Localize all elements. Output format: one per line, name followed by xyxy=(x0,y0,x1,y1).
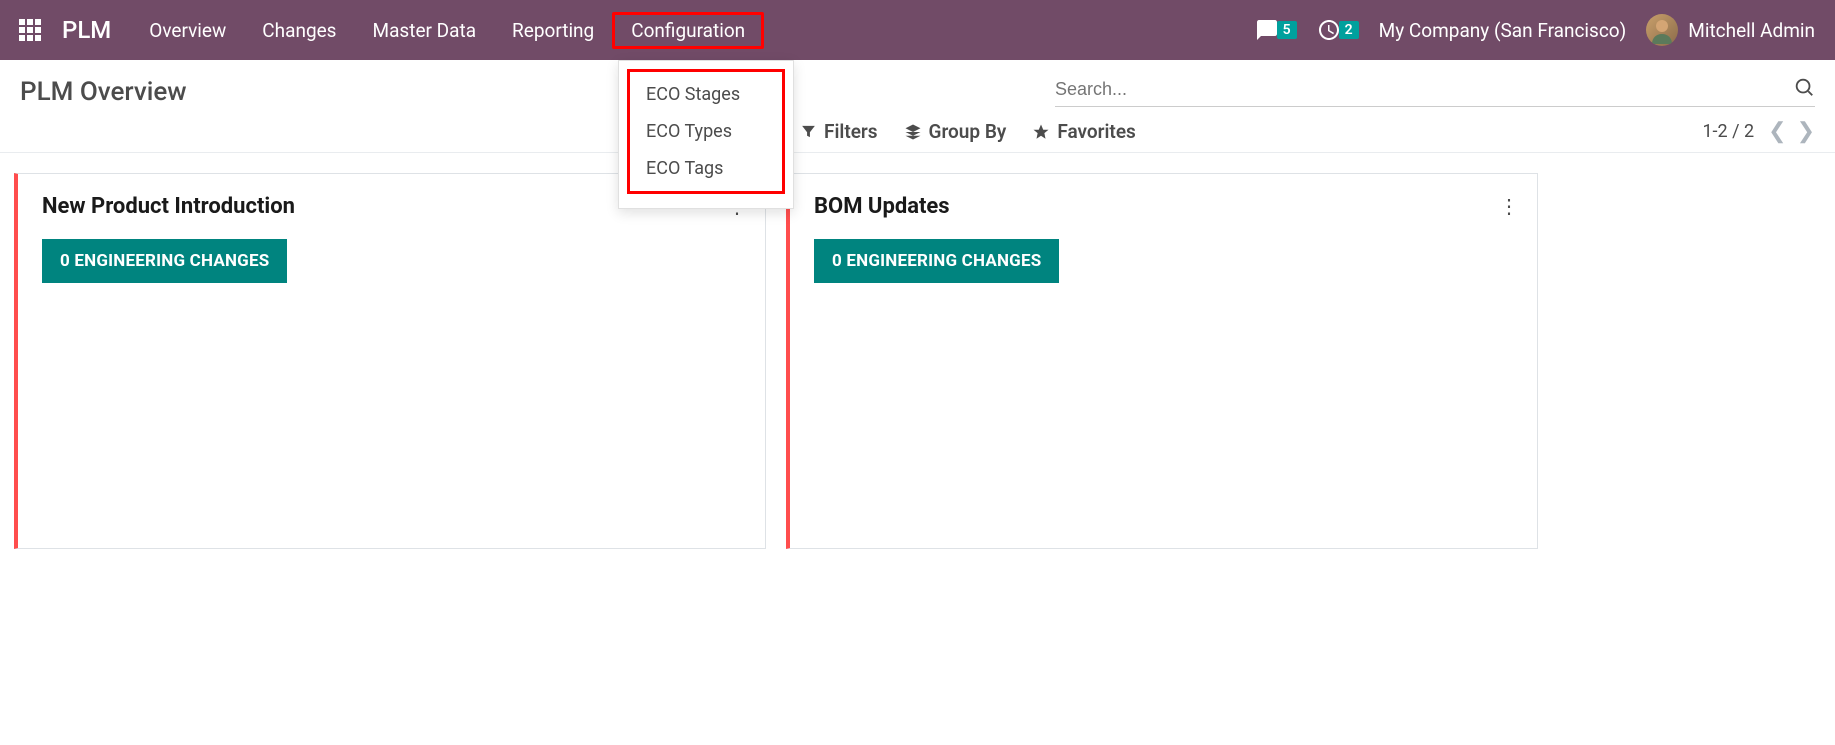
nav-changes[interactable]: Changes xyxy=(244,0,354,60)
kanban-view: New Product Introduction ⋮ 0 ENGINEERING… xyxy=(0,153,1835,569)
kanban-card[interactable]: BOM Updates ⋮ 0 ENGINEERING CHANGES xyxy=(786,173,1538,549)
layers-icon xyxy=(904,123,922,141)
nav-master-data[interactable]: Master Data xyxy=(355,0,495,60)
configuration-dropdown: ECO Stages ECO Types ECO Tags xyxy=(618,60,794,209)
pager-prev[interactable]: ❮ xyxy=(1768,119,1786,144)
filters-button[interactable]: Filters xyxy=(800,120,878,143)
dropdown-eco-stages[interactable]: ECO Stages xyxy=(630,76,782,113)
engineering-changes-button[interactable]: 0 ENGINEERING CHANGES xyxy=(42,239,287,283)
search-wrap xyxy=(1055,76,1815,107)
nav-reporting[interactable]: Reporting xyxy=(494,0,612,60)
clock-icon xyxy=(1317,18,1341,42)
dropdown-eco-tags[interactable]: ECO Tags xyxy=(630,150,782,187)
nav-items: Overview Changes Master Data Reporting C… xyxy=(131,0,764,60)
messages-badge: 5 xyxy=(1277,21,1297,39)
nav-configuration[interactable]: Configuration xyxy=(612,12,764,49)
activity-button[interactable]: 2 xyxy=(1317,18,1359,42)
pager-next[interactable]: ❯ xyxy=(1797,119,1815,144)
card-title: BOM Updates xyxy=(814,194,1513,219)
company-selector[interactable]: My Company (San Francisco) xyxy=(1379,19,1627,42)
groupby-label: Group By xyxy=(929,120,1007,143)
user-name: Mitchell Admin xyxy=(1688,19,1815,42)
activity-badge: 2 xyxy=(1339,21,1359,39)
user-menu[interactable]: Mitchell Admin xyxy=(1646,14,1815,46)
kanban-card[interactable]: New Product Introduction ⋮ 0 ENGINEERING… xyxy=(14,173,766,549)
search-input[interactable] xyxy=(1055,79,1793,100)
card-menu-icon[interactable]: ⋮ xyxy=(1499,194,1519,218)
search-icon[interactable] xyxy=(1793,76,1815,102)
funnel-icon xyxy=(800,123,817,140)
app-brand[interactable]: PLM xyxy=(62,16,111,44)
pager: 1-2 / 2 ❮ ❯ xyxy=(1702,119,1815,144)
favorites-button[interactable]: Favorites xyxy=(1032,120,1135,143)
star-icon xyxy=(1032,123,1050,141)
dropdown-eco-types[interactable]: ECO Types xyxy=(630,113,782,150)
messages-button[interactable]: 5 xyxy=(1255,18,1297,42)
engineering-changes-button[interactable]: 0 ENGINEERING CHANGES xyxy=(814,239,1059,283)
nav-overview[interactable]: Overview xyxy=(131,0,244,60)
page-title: PLM Overview xyxy=(20,77,187,107)
chat-icon xyxy=(1255,18,1279,42)
avatar xyxy=(1646,14,1678,46)
favorites-label: Favorites xyxy=(1057,120,1135,143)
pager-text[interactable]: 1-2 / 2 xyxy=(1702,121,1754,142)
top-nav: PLM Overview Changes Master Data Reporti… xyxy=(0,0,1835,60)
apps-icon[interactable] xyxy=(10,19,50,41)
control-panel: PLM Overview Filters Group By Favorites xyxy=(0,60,1835,153)
nav-right: 5 2 My Company (San Francisco) Mitchell … xyxy=(1255,14,1835,46)
groupby-button[interactable]: Group By xyxy=(904,120,1007,143)
filters-label: Filters xyxy=(824,120,878,143)
